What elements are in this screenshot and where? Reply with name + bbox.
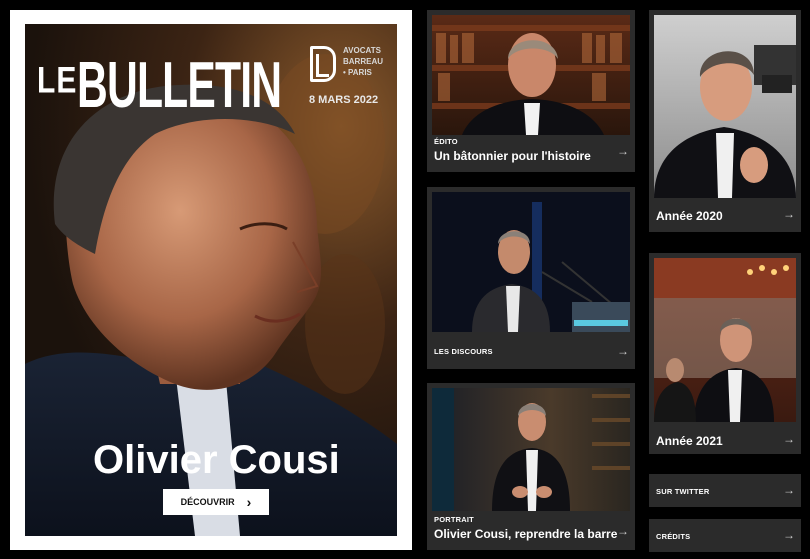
cover-photo: LE BULLETIN AVOCATS BARREAU • PARIS 8 MA… — [25, 24, 397, 536]
masthead-bulletin: BULLETIN — [77, 49, 282, 122]
card-discours[interactable]: LES DISCOURS → — [427, 187, 635, 369]
discours-photo — [432, 192, 630, 332]
card-kicker: ÉDITO — [434, 137, 458, 146]
brand-line-3: • PARIS — [343, 68, 372, 77]
bookshelf-portrait — [432, 25, 630, 135]
arrow-right-icon: → — [617, 344, 629, 358]
featured-name: Olivier Cousi — [93, 438, 340, 482]
card-sur-twitter[interactable]: SUR TWITTER → — [649, 474, 801, 507]
speech-photo — [472, 202, 630, 332]
portrait-photo — [432, 388, 630, 511]
chevron-right-icon: › — [246, 494, 252, 510]
arrow-right-icon: → — [783, 207, 795, 221]
annee-2020-photo — [654, 15, 796, 198]
brand-line-1: AVOCATS — [343, 46, 381, 55]
bar-logo — [310, 46, 336, 82]
annee-2021-photo — [654, 258, 796, 422]
arrow-right-icon: → — [617, 524, 629, 538]
card-annee-2020[interactable]: Année 2020 → — [649, 10, 801, 232]
card-kicker: LES DISCOURS — [434, 347, 493, 356]
edito-photo — [432, 15, 630, 135]
card-edito[interactable]: ÉDITO Un bâtonnier pour l'histoire → — [427, 10, 635, 172]
card-title: Année 2020 — [656, 209, 723, 223]
cover-panel: LE BULLETIN AVOCATS BARREAU • PARIS 8 MA… — [10, 10, 412, 550]
applause-portrait — [654, 45, 796, 198]
discover-button[interactable]: DÉCOUVRIR › — [163, 489, 269, 515]
ceremony-photo — [654, 258, 796, 422]
card-portrait[interactable]: PORTRAIT Olivier Cousi, reprendre la bar… — [427, 383, 635, 550]
arrow-right-icon: → — [783, 432, 795, 446]
card-kicker: SUR TWITTER — [656, 487, 710, 496]
issue-date: 8 MARS 2022 — [309, 94, 379, 106]
masthead-le: LE — [37, 60, 78, 102]
standing-portrait — [432, 388, 630, 511]
card-title: Olivier Cousi, reprendre la barre — [434, 527, 618, 541]
brand-line-2: BARREAU — [343, 57, 383, 66]
logo-mark-icon — [316, 54, 329, 77]
arrow-right-icon: → — [783, 483, 795, 497]
card-credits[interactable]: CRÉDITS → — [649, 519, 801, 552]
card-title: Année 2021 — [656, 434, 723, 448]
card-annee-2021[interactable]: Année 2021 → — [649, 253, 801, 454]
arrow-right-icon: → — [617, 144, 629, 158]
card-kicker: PORTRAIT — [434, 515, 474, 524]
discover-button-label: DÉCOUVRIR — [180, 497, 235, 507]
card-title: Un bâtonnier pour l'histoire — [434, 149, 591, 163]
card-kicker: CRÉDITS — [656, 532, 691, 541]
arrow-right-icon: → — [783, 528, 795, 542]
